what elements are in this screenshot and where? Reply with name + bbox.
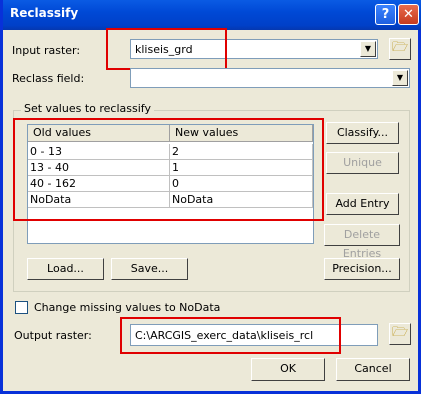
unique-button[interactable]: Unique: [326, 152, 399, 174]
highlight-box-output: [120, 317, 341, 354]
add-entry-button[interactable]: Add Entry: [326, 193, 399, 215]
save-button[interactable]: Save...: [111, 258, 188, 280]
precision-button[interactable]: Precision...: [324, 258, 400, 280]
folder-open-icon: 🗁: [391, 40, 409, 55]
classify-button[interactable]: Classify...: [326, 122, 399, 144]
chevron-down-icon[interactable]: ▼: [360, 41, 376, 57]
cancel-button[interactable]: Cancel: [336, 358, 410, 381]
ok-button[interactable]: OK: [251, 358, 325, 381]
group-title: Set values to reclassify: [21, 102, 154, 115]
change-missing-checkbox[interactable]: [15, 301, 28, 314]
title-bar[interactable]: Reclassify ? ✕: [3, 0, 421, 30]
folder-open-icon: 🗁: [391, 325, 409, 340]
reclass-field-label: Reclass field:: [12, 72, 85, 85]
chevron-down-icon[interactable]: ▼: [392, 70, 408, 86]
close-icon: ✕: [403, 7, 414, 22]
input-raster-browse-button[interactable]: 🗁: [389, 38, 411, 60]
output-raster-browse-button[interactable]: 🗁: [389, 323, 411, 345]
highlight-box-input: [106, 28, 227, 70]
input-raster-label: Input raster:: [12, 44, 81, 57]
reclass-field-dropdown[interactable]: ▼: [130, 68, 410, 88]
highlight-box-table: [13, 118, 324, 221]
help-icon: ?: [381, 7, 390, 22]
close-button[interactable]: ✕: [398, 4, 419, 25]
change-missing-label: Change missing values to NoData: [34, 301, 221, 314]
window-title: Reclassify: [10, 6, 79, 20]
load-button[interactable]: Load...: [27, 258, 104, 280]
help-button[interactable]: ?: [375, 4, 396, 25]
reclassify-dialog: Reclassify ? ✕ Input raster: kliseis_grd…: [0, 0, 421, 394]
output-raster-label: Output raster:: [14, 329, 92, 342]
delete-entries-button[interactable]: Delete Entries: [324, 224, 400, 260]
